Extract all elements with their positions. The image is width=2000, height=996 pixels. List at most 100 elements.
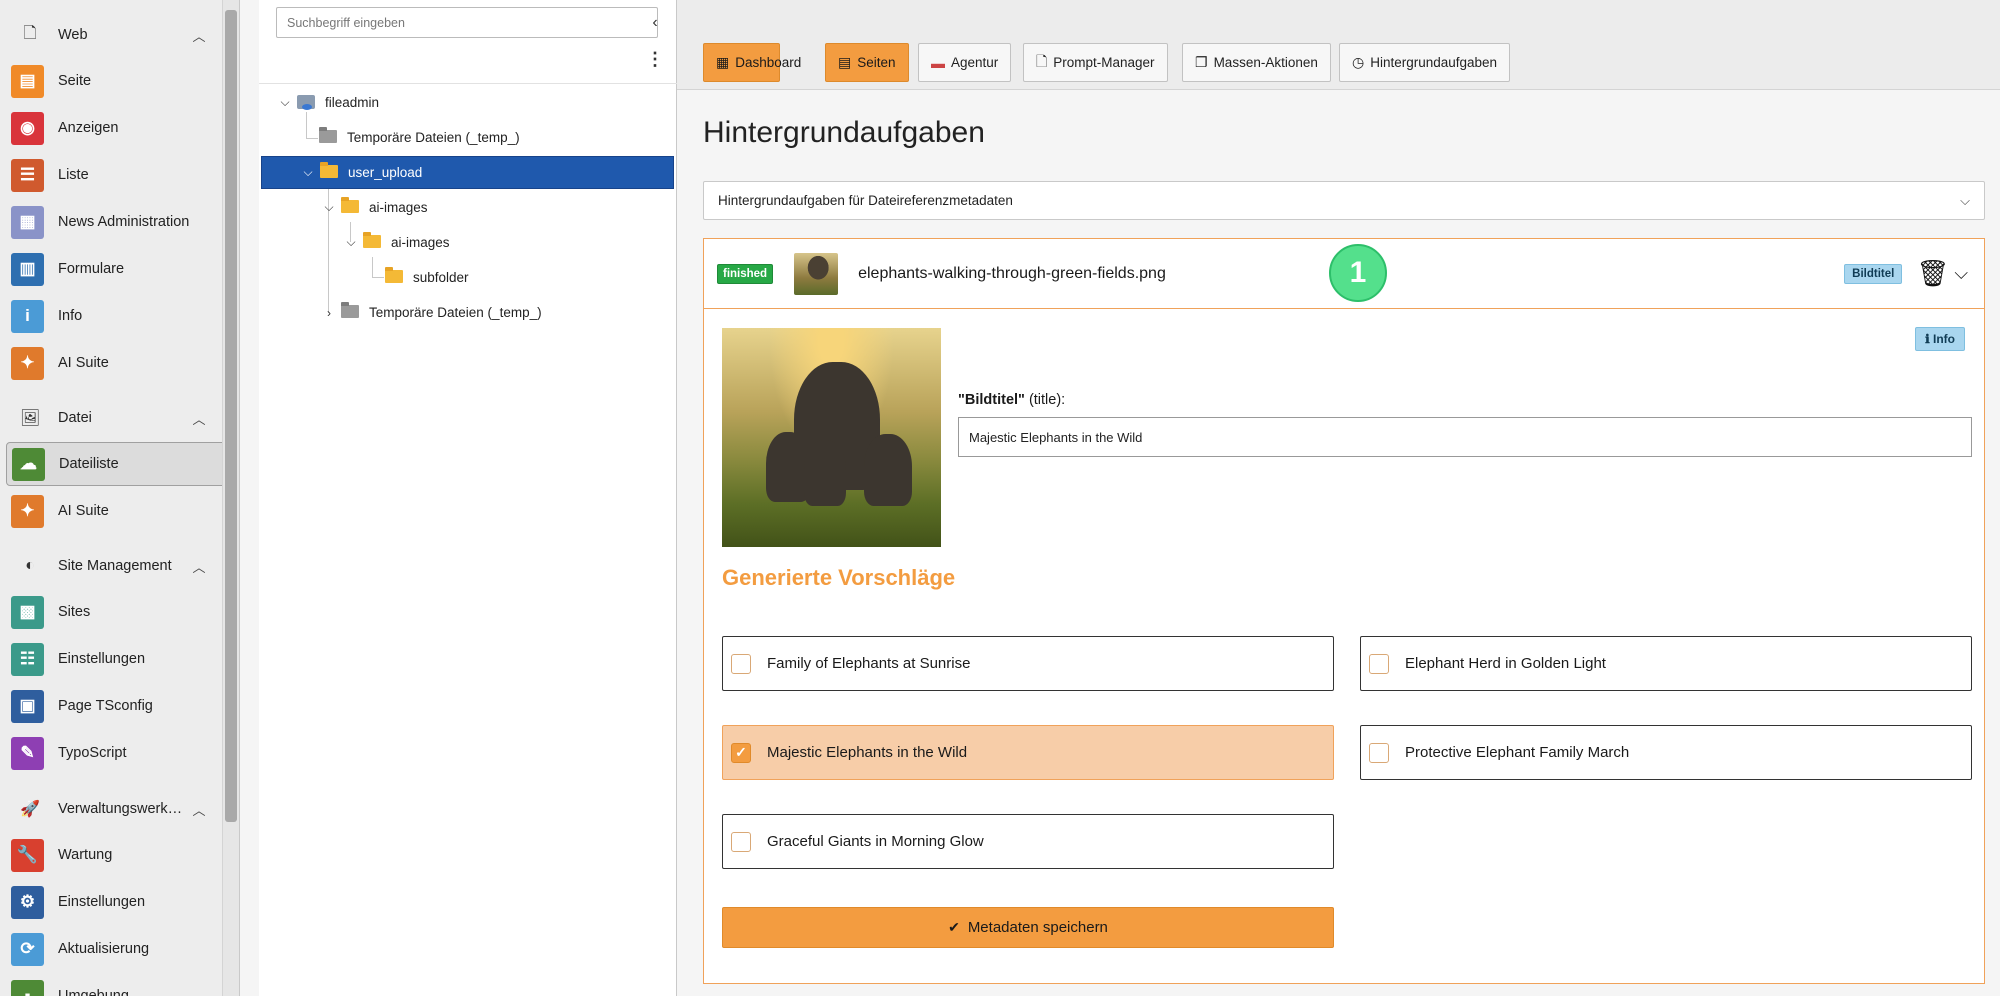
chevron-right-icon[interactable]: › — [321, 306, 337, 320]
menu-scroll-thumb[interactable] — [225, 10, 237, 822]
chevron-down-icon[interactable]: ⌵ — [321, 200, 337, 215]
chevron-down-icon[interactable]: ⌵ — [277, 95, 293, 110]
step-marker: 1 — [1329, 244, 1387, 302]
menu-item-anzeigen[interactable]: ◉ Anzeigen — [6, 106, 233, 150]
suggestion-option-selected[interactable]: ✓ Majestic Elephants in the Wild — [722, 725, 1334, 780]
tree-node-label: ai-images — [391, 235, 450, 250]
tree-more-options-button[interactable]: ⋮ — [640, 48, 670, 70]
menu-item-page-tsconfig[interactable]: ▣ Page TSconfig — [6, 684, 233, 728]
folder-icon — [341, 196, 363, 216]
button-label: Agentur — [951, 55, 999, 70]
menu-item-label: Umgebung — [58, 988, 129, 996]
prompt-manager-button[interactable]: 🗋 Prompt-Manager — [1023, 43, 1168, 82]
menu-group-web[interactable]: 🗋 Web ︿ — [0, 15, 223, 55]
save-metadata-button[interactable]: ✔ Metadaten speichern — [722, 907, 1334, 948]
task-type-select[interactable]: Hintergrundaufgaben für Dateireferenzmet… — [703, 181, 1985, 220]
menu-item-label: Aktualisierung — [58, 941, 150, 957]
massen-aktionen-button[interactable]: ❐ Massen-Aktionen — [1182, 43, 1331, 82]
menu-item-label: Page TSconfig — [58, 698, 153, 714]
suggestion-label: Elephant Herd in Golden Light — [1405, 655, 1606, 672]
menu-item-label: Dateiliste — [59, 456, 119, 472]
tree-node-user-upload[interactable]: ⌵ user_upload — [261, 156, 674, 189]
typoscript-icon: ✎ — [11, 736, 44, 770]
folder-icon — [341, 301, 363, 321]
tree-node-temp-2[interactable]: › Temporäre Dateien (_temp_) — [321, 296, 542, 329]
cloud-icon: ☁ — [12, 447, 45, 481]
tree-node-temp[interactable]: Temporäre Dateien (_temp_) — [299, 121, 520, 154]
chevron-up-icon[interactable]: ︿ — [189, 26, 209, 45]
menu-scrollbar[interactable] — [222, 0, 239, 996]
menu-item-ai-suite-file[interactable]: ✦ AI Suite — [6, 489, 233, 533]
title-input[interactable] — [958, 417, 1972, 457]
menu-item-umgebung[interactable]: ▪ Umgebung — [6, 974, 233, 996]
menu-item-wartung[interactable]: 🔧 Wartung — [6, 833, 233, 877]
info-icon: i — [11, 299, 44, 333]
menu-item-info[interactable]: i Info — [6, 294, 233, 338]
news-icon: ▦ — [11, 205, 44, 239]
collapse-tree-button[interactable]: ‹ — [640, 12, 670, 34]
menu-item-label: News Administration — [58, 214, 190, 230]
file-thumbnail — [794, 252, 839, 295]
menu-group-verwaltungswerkzeuge[interactable]: 🚀 Verwaltungswerkze… ︿ — [0, 789, 223, 829]
menu-item-einstellungen-admin[interactable]: ⚙ Einstellungen — [6, 880, 233, 924]
rocket-icon: 🚀 — [20, 801, 40, 818]
button-label: Hintergrundaufgaben — [1370, 55, 1498, 70]
menu-item-seite[interactable]: ▤ Seite — [6, 59, 233, 103]
chevron-up-icon[interactable]: ︿ — [189, 800, 209, 819]
tree-node-label: subfolder — [413, 270, 469, 285]
checkbox[interactable] — [731, 653, 751, 674]
trash-icon[interactable]: 🗑 — [1916, 258, 1949, 289]
menu-item-typoscript[interactable]: ✎ TypoScript — [6, 731, 233, 775]
checkbox[interactable] — [1369, 653, 1389, 674]
menu-item-ai-suite[interactable]: ✦ AI Suite — [6, 341, 233, 385]
tree-node-label: user_upload — [348, 165, 423, 180]
menu-item-sites[interactable]: ▩ Sites — [6, 590, 233, 634]
grid-icon: ▦ — [716, 54, 730, 70]
suggestion-label: Family of Elephants at Sunrise — [767, 655, 971, 672]
pages-icon: ▤ — [838, 54, 852, 70]
menu-item-label: Einstellungen — [58, 651, 146, 667]
chevron-down-icon: ⌵ — [1960, 192, 1970, 208]
menu-group-datei[interactable]: 🖼 Datei ︿ — [0, 398, 223, 438]
checkbox-checked[interactable]: ✓ — [731, 742, 751, 763]
info-button[interactable]: ℹ Info — [1915, 327, 1965, 351]
agentur-button[interactable]: ▬ Agentur — [918, 43, 1012, 82]
suggestion-label: Graceful Giants in Morning Glow — [767, 833, 984, 850]
menu-item-dateiliste[interactable]: ☁ Dateiliste — [6, 442, 233, 486]
tree-node-fileadmin[interactable]: ⌵ fileadmin — [277, 86, 379, 119]
chevron-up-icon[interactable]: ︿ — [189, 409, 209, 428]
checkbox[interactable] — [1369, 742, 1389, 763]
menu-item-label: Formulare — [58, 261, 125, 277]
suggestion-option[interactable]: Elephant Herd in Golden Light — [1360, 636, 1972, 691]
eye-icon: ◉ — [11, 111, 44, 145]
chevron-down-icon[interactable]: ⌵ — [1954, 263, 1968, 284]
settings-icon: ☷ — [11, 642, 44, 676]
tree-separator — [259, 83, 677, 84]
suggestion-option[interactable]: Family of Elephants at Sunrise — [722, 636, 1334, 691]
seiten-button[interactable]: ▤ Seiten — [825, 43, 909, 82]
menu-item-liste[interactable]: ☰ Liste — [6, 153, 233, 197]
tsconfig-icon: ▣ — [11, 689, 44, 723]
dashboard-button[interactable]: ▦ Dashboard — [703, 43, 801, 82]
page-icon: 🗋 — [23, 24, 37, 42]
suggestion-option[interactable]: Graceful Giants in Morning Glow — [722, 814, 1334, 869]
menu-group-site-management[interactable]: ◐ Site Management ︿ — [0, 546, 223, 586]
tree-node-ai-images-sub[interactable]: ⌵ ai-images — [343, 226, 450, 259]
menu-item-news-administration[interactable]: ▦ News Administration — [6, 200, 233, 244]
info-label: Info — [1933, 332, 1955, 346]
menu-item-aktualisierung[interactable]: ⟳ Aktualisierung — [6, 927, 233, 971]
suggestion-option[interactable]: Protective Elephant Family March — [1360, 725, 1972, 780]
chevron-up-icon[interactable]: ︿ — [189, 557, 209, 576]
check-icon: ✔ — [948, 919, 960, 935]
menu-item-label: TypoScript — [58, 745, 127, 761]
chevron-down-icon[interactable]: ⌵ — [300, 165, 316, 180]
checkbox[interactable] — [731, 831, 751, 852]
menu-item-formulare[interactable]: ▥ Formulare — [6, 247, 233, 291]
chevron-down-icon[interactable]: ⌵ — [343, 235, 359, 250]
tree-node-ai-images[interactable]: ⌵ ai-images — [321, 191, 428, 224]
select-value: Hintergrundaufgaben für Dateireferenzmet… — [718, 193, 1013, 208]
hintergrundaufgaben-button[interactable]: ◷ Hintergrundaufgaben — [1339, 43, 1511, 82]
menu-item-einstellungen-site[interactable]: ☷ Einstellungen — [6, 637, 233, 681]
tree-node-subfolder[interactable]: subfolder — [365, 261, 469, 294]
tree-search-input[interactable] — [276, 7, 658, 38]
